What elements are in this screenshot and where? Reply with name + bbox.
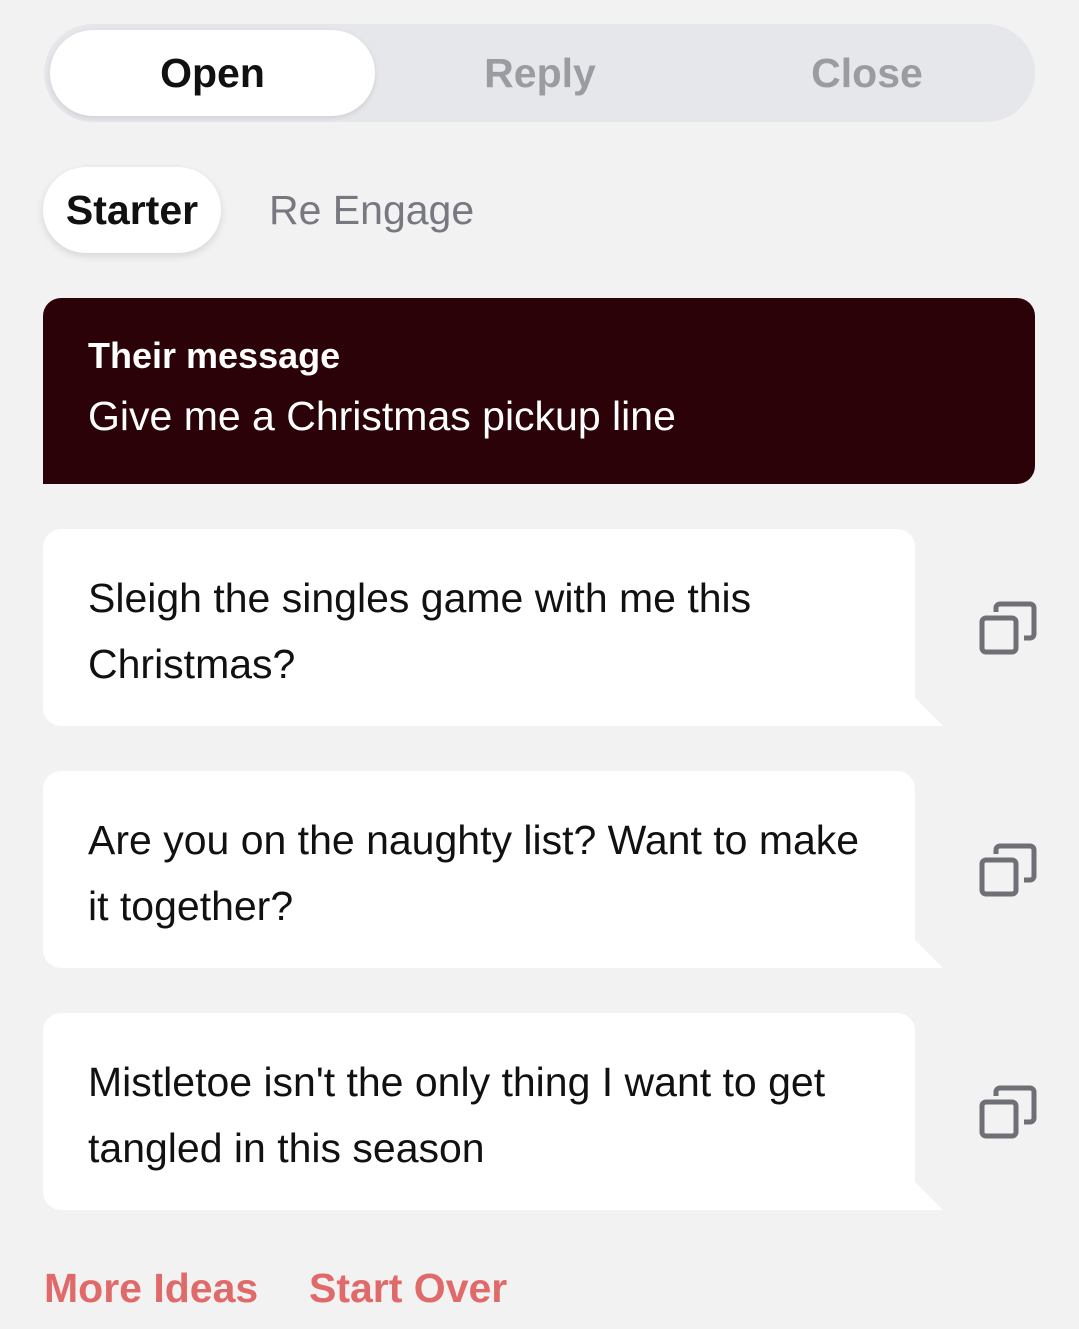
copy-icon[interactable] xyxy=(976,596,1040,660)
their-message-text: Give me a Christmas pickup line xyxy=(88,393,676,439)
tab-reply[interactable]: Reply xyxy=(375,30,705,116)
subtab-re-engage[interactable]: Re Engage xyxy=(269,167,474,253)
copy-icon[interactable] xyxy=(976,838,1040,902)
suggestion-text: Are you on the naughty list? Want to mak… xyxy=(88,817,860,929)
copy-icon[interactable] xyxy=(976,1080,1040,1144)
suggestion-card: Mistletoe isn't the only thing I want to… xyxy=(43,1013,915,1210)
start-over-button[interactable]: Start Over xyxy=(309,1262,507,1314)
suggestion-text: Sleigh the singles game with me this Chr… xyxy=(88,575,752,687)
more-ideas-button[interactable]: More Ideas xyxy=(44,1262,258,1314)
subtab-starter[interactable]: Starter xyxy=(43,167,221,253)
their-message-card: Their message Give me a Christmas pickup… xyxy=(43,298,1035,484)
suggestion-card: Are you on the naughty list? Want to mak… xyxy=(43,771,915,968)
mode-segmented-control: Open Reply Close xyxy=(44,24,1035,122)
their-message-label: Their message xyxy=(88,335,341,376)
tab-open[interactable]: Open xyxy=(50,30,375,116)
suggestion-card: Sleigh the singles game with me this Chr… xyxy=(43,529,915,726)
tab-close[interactable]: Close xyxy=(705,30,1029,116)
suggestion-text: Mistletoe isn't the only thing I want to… xyxy=(88,1059,826,1171)
